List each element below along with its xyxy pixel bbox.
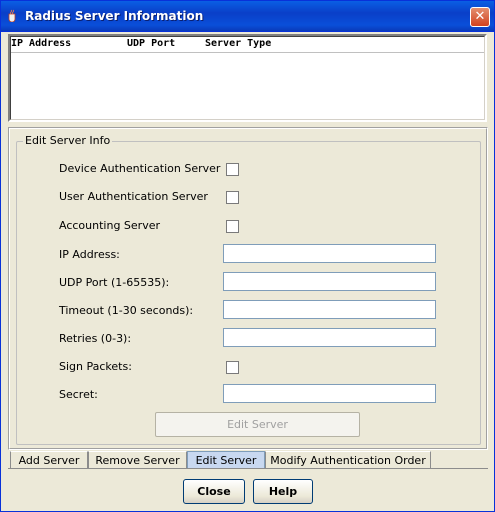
retries-field[interactable]	[223, 328, 436, 347]
secret-field[interactable]	[223, 384, 436, 403]
group-title: Edit Server Info	[23, 134, 113, 147]
column-header-server-type[interactable]: Server Type	[205, 38, 271, 49]
server-table-inner: IP Address UDP Port Server Type	[10, 36, 485, 120]
accounting-checkbox[interactable]	[226, 220, 239, 233]
radius-server-dialog: Radius Server Information ✕ IP Address U…	[0, 0, 495, 512]
timeout-field[interactable]	[223, 300, 436, 319]
timeout-label: Timeout (1-30 seconds):	[59, 304, 194, 317]
tab-strip-divider	[8, 468, 488, 469]
close-icon: ✕	[474, 9, 486, 24]
help-button[interactable]: Help	[253, 479, 313, 504]
title-bar[interactable]: Radius Server Information ✕	[1, 1, 494, 32]
tab-content-panel: Edit Server Info Device Authentication S…	[8, 127, 488, 450]
device-auth-label: Device Authentication Server	[59, 162, 221, 175]
sign-packets-label: Sign Packets:	[59, 360, 132, 373]
table-header: IP Address UDP Port Server Type	[11, 37, 484, 53]
user-auth-checkbox[interactable]	[226, 191, 239, 204]
java-cup-icon	[8, 9, 16, 22]
user-auth-label: User Authentication Server	[59, 190, 208, 203]
column-header-udp-port[interactable]: UDP Port	[127, 38, 175, 49]
ip-address-field[interactable]	[223, 244, 436, 263]
server-table[interactable]: IP Address UDP Port Server Type	[8, 34, 487, 122]
sign-packets-checkbox[interactable]	[226, 361, 239, 374]
column-header-ip-address[interactable]: IP Address	[11, 38, 71, 49]
close-window-button[interactable]: ✕	[470, 7, 490, 27]
retries-label: Retries (0-3):	[59, 332, 132, 345]
udp-port-label: UDP Port (1-65535):	[59, 276, 170, 289]
udp-port-field[interactable]	[223, 272, 436, 291]
tab-add-server[interactable]: Add Server	[10, 451, 88, 469]
device-auth-checkbox[interactable]	[226, 163, 239, 176]
tab-remove-server[interactable]: Remove Server	[88, 451, 187, 469]
tab-edit-server[interactable]: Edit Server	[187, 451, 265, 469]
secret-label: Secret:	[59, 388, 98, 401]
tab-modify-authentication-order[interactable]: Modify Authentication Order	[265, 451, 431, 469]
close-button[interactable]: Close	[183, 479, 245, 504]
accounting-label: Accounting Server	[59, 219, 160, 232]
edit-server-button[interactable]: Edit Server	[155, 412, 360, 437]
ip-address-label: IP Address:	[59, 248, 120, 261]
edit-server-info-group: Edit Server Info Device Authentication S…	[16, 134, 481, 445]
window-title: Radius Server Information	[25, 9, 204, 23]
